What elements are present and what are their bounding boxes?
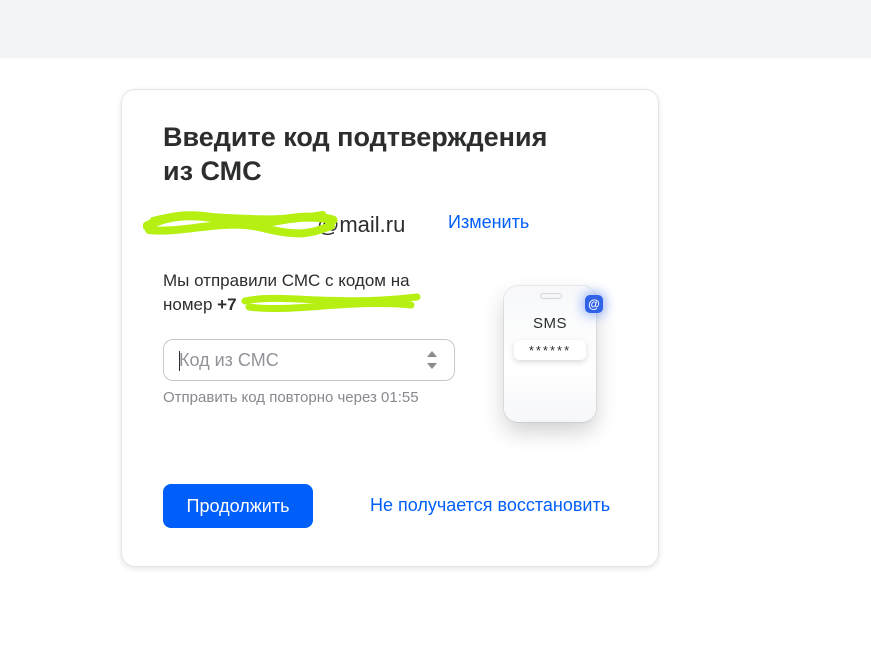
sms-code-mask: ****** bbox=[514, 340, 586, 360]
phone-country-code: +7 bbox=[217, 295, 237, 314]
title-line-1: Введите код подтверждения bbox=[163, 122, 548, 152]
change-email-link[interactable]: Изменить bbox=[448, 212, 529, 233]
title-line-2: из СМС bbox=[163, 156, 262, 186]
continue-button[interactable]: Продолжить bbox=[163, 484, 313, 528]
sms-verification-card: Введите код подтверждения из СМС xxxxxxx… bbox=[121, 89, 659, 567]
sms-label: SMS bbox=[532, 315, 567, 332]
at-sign-icon: @ bbox=[585, 295, 603, 313]
phone-speaker bbox=[540, 293, 562, 299]
sms-sent-line-1: Мы отправили СМС с кодом на bbox=[163, 271, 410, 290]
sms-code-input[interactable] bbox=[164, 340, 419, 380]
phone-number: +7 (000) 000-00-00 bbox=[217, 293, 421, 314]
email-local-part-redacted: xxxxxxxxxxxxxx bbox=[143, 211, 338, 238]
top-header-strip bbox=[0, 0, 871, 58]
email-domain: @mail.ru bbox=[317, 212, 406, 237]
resend-countdown: Отправить код повторно через 01:55 bbox=[163, 389, 419, 406]
page-title: Введите код подтверждения из СМС bbox=[163, 120, 603, 188]
sms-sent-message: Мы отправили СМС с кодом на номер +7 (00… bbox=[163, 269, 463, 317]
phone-line: номер +7 (000) 000-00-00 bbox=[163, 293, 463, 317]
cannot-recover-link[interactable]: Не получается восстановить bbox=[370, 495, 610, 516]
phone-body: SMS ****** bbox=[504, 286, 596, 422]
spinner-arrows-icon[interactable] bbox=[426, 349, 438, 371]
sms-code-field[interactable] bbox=[163, 339, 455, 381]
redaction-scribble-phone bbox=[241, 293, 421, 312]
text-caret bbox=[179, 351, 180, 371]
phone-sms-illustration: SMS ****** @ bbox=[490, 272, 620, 442]
email-display: xxxxxxxxxxxxxx @mail.ru bbox=[143, 210, 406, 240]
redaction-scribble-email bbox=[143, 211, 338, 238]
phone-label: номер bbox=[163, 295, 218, 314]
